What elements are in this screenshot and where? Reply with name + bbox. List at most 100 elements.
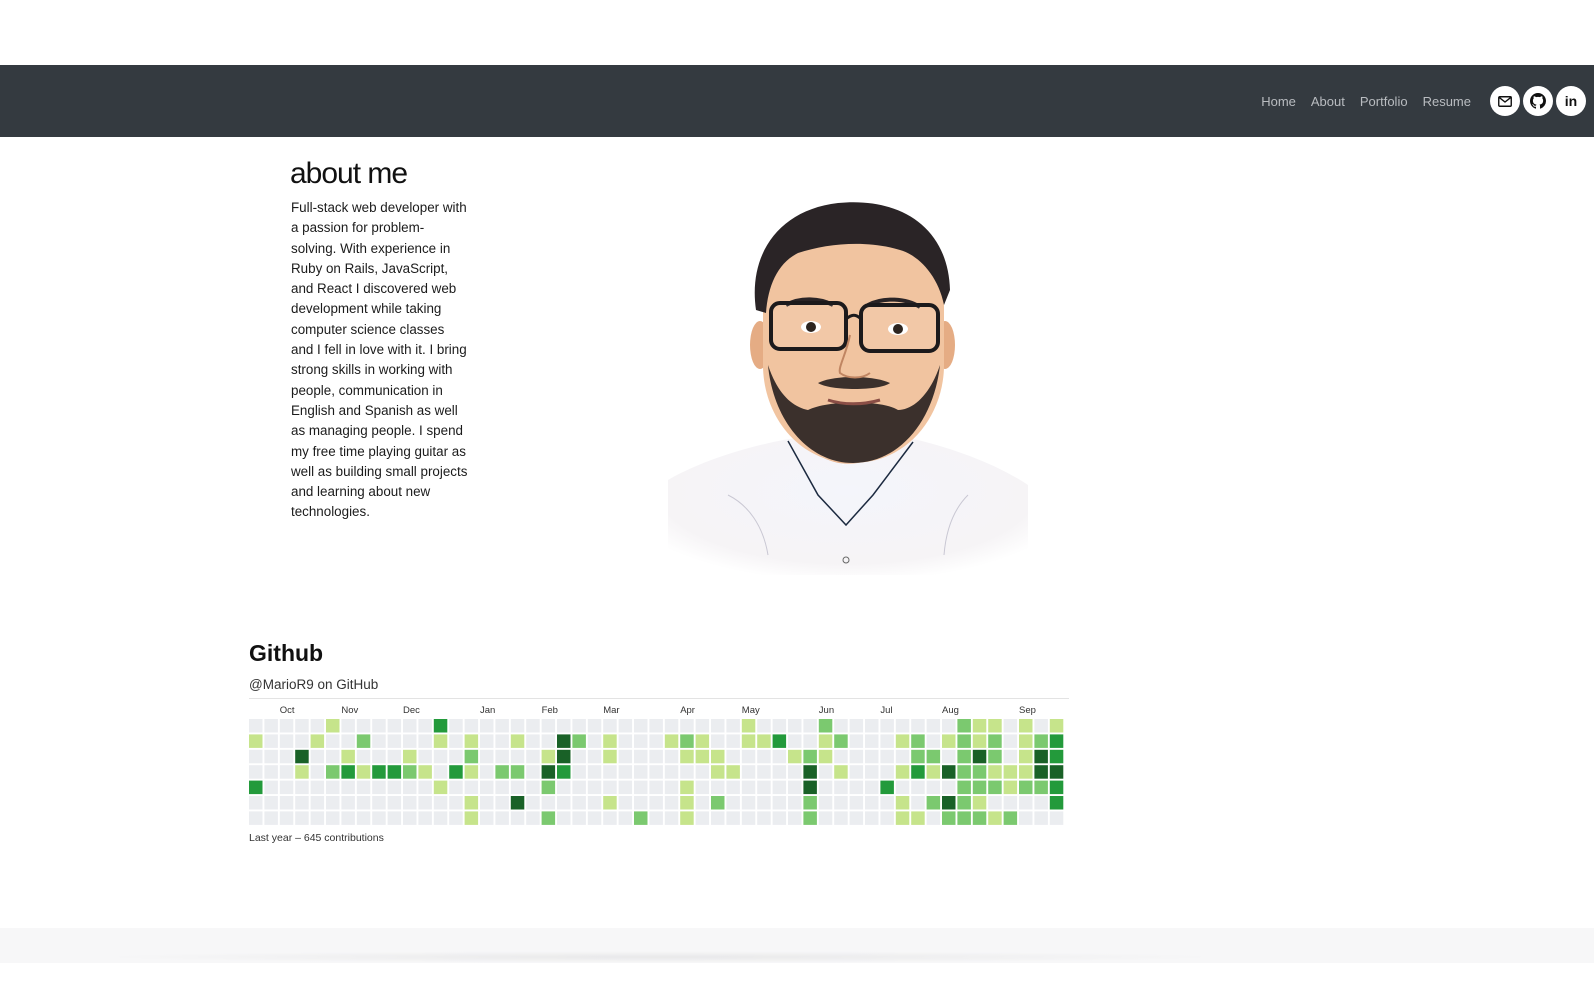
contribution-day[interactable] (895, 719, 910, 733)
contribution-day[interactable] (418, 719, 432, 733)
contribution-day[interactable] (741, 796, 756, 810)
contribution-day[interactable] (356, 719, 371, 733)
contribution-day[interactable] (341, 796, 355, 810)
contribution-day[interactable] (403, 749, 417, 764)
contribution-day[interactable] (356, 734, 371, 748)
contribution-day[interactable] (634, 719, 648, 733)
contribution-day[interactable] (818, 780, 833, 795)
contribution-day[interactable] (618, 765, 633, 779)
contribution-day[interactable] (403, 734, 417, 748)
contribution-day[interactable] (480, 734, 494, 748)
contribution-day[interactable] (1049, 796, 1064, 810)
contribution-day[interactable] (788, 719, 802, 733)
contribution-day[interactable] (557, 719, 571, 733)
contribution-day[interactable] (772, 749, 787, 764)
contribution-day[interactable] (449, 780, 463, 795)
contribution-day[interactable] (326, 780, 340, 795)
contribution-day[interactable] (541, 780, 556, 795)
contribution-day[interactable] (649, 796, 663, 810)
contribution-day[interactable] (1019, 734, 1033, 748)
contribution-day[interactable] (788, 734, 802, 748)
contribution-day[interactable] (310, 749, 325, 764)
contribution-day[interactable] (1034, 719, 1048, 733)
contribution-day[interactable] (372, 811, 386, 825)
contribution-day[interactable] (403, 765, 417, 779)
contribution-day[interactable] (911, 765, 925, 779)
contribution-day[interactable] (295, 734, 309, 748)
contribution-day[interactable] (711, 765, 725, 779)
contribution-day[interactable] (587, 811, 602, 825)
contribution-day[interactable] (1049, 734, 1064, 748)
contribution-day[interactable] (680, 796, 694, 810)
contribution-day[interactable] (680, 811, 694, 825)
contribution-day[interactable] (726, 796, 740, 810)
contribution-day[interactable] (464, 796, 479, 810)
contribution-day[interactable] (664, 749, 679, 764)
contribution-day[interactable] (403, 719, 417, 733)
contribution-day[interactable] (926, 719, 941, 733)
contribution-day[interactable] (849, 796, 864, 810)
contribution-day[interactable] (326, 719, 340, 733)
contribution-day[interactable] (433, 780, 448, 795)
contribution-day[interactable] (603, 780, 617, 795)
contribution-day[interactable] (495, 811, 509, 825)
contribution-day[interactable] (326, 811, 340, 825)
contribution-day[interactable] (449, 765, 463, 779)
contribution-day[interactable] (849, 749, 864, 764)
contribution-day[interactable] (464, 765, 479, 779)
contribution-day[interactable] (880, 780, 894, 795)
contribution-day[interactable] (942, 765, 956, 779)
contribution-day[interactable] (865, 749, 879, 764)
contribution-day[interactable] (295, 780, 309, 795)
contribution-day[interactable] (757, 811, 771, 825)
contribution-day[interactable] (526, 811, 540, 825)
contribution-day[interactable] (834, 780, 848, 795)
contribution-day[interactable] (834, 749, 848, 764)
contribution-day[interactable] (572, 734, 586, 748)
contribution-day[interactable] (279, 719, 294, 733)
contribution-day[interactable] (649, 734, 663, 748)
contribution-day[interactable] (572, 719, 586, 733)
contribution-day[interactable] (926, 780, 941, 795)
contribution-day[interactable] (818, 796, 833, 810)
contribution-day[interactable] (865, 765, 879, 779)
contribution-day[interactable] (326, 765, 340, 779)
contribution-day[interactable] (495, 765, 509, 779)
contribution-day[interactable] (726, 780, 740, 795)
contribution-day[interactable] (865, 796, 879, 810)
contribution-day[interactable] (587, 719, 602, 733)
contribution-day[interactable] (972, 734, 987, 748)
contribution-day[interactable] (741, 811, 756, 825)
contribution-day[interactable] (279, 765, 294, 779)
contribution-day[interactable] (249, 796, 263, 810)
contribution-day[interactable] (1034, 765, 1048, 779)
nav-link-resume[interactable]: Resume (1423, 94, 1471, 109)
contribution-day[interactable] (741, 780, 756, 795)
contribution-day[interactable] (356, 811, 371, 825)
contribution-day[interactable] (741, 719, 756, 733)
contribution-day[interactable] (295, 796, 309, 810)
contribution-day[interactable] (480, 765, 494, 779)
contribution-day[interactable] (295, 749, 309, 764)
contribution-day[interactable] (772, 719, 787, 733)
contribution-day[interactable] (788, 796, 802, 810)
contribution-day[interactable] (818, 719, 833, 733)
contribution-day[interactable] (572, 765, 586, 779)
contribution-day[interactable] (480, 811, 494, 825)
contribution-day[interactable] (264, 719, 278, 733)
contribution-day[interactable] (757, 719, 771, 733)
contribution-day[interactable] (880, 796, 894, 810)
contribution-day[interactable] (911, 749, 925, 764)
contribution-day[interactable] (1019, 749, 1033, 764)
contribution-day[interactable] (526, 796, 540, 810)
contribution-day[interactable] (495, 734, 509, 748)
contribution-day[interactable] (957, 734, 971, 748)
contribution-day[interactable] (818, 734, 833, 748)
contribution-day[interactable] (741, 749, 756, 764)
contribution-day[interactable] (356, 796, 371, 810)
contribution-day[interactable] (788, 749, 802, 764)
contribution-day[interactable] (1019, 765, 1033, 779)
contribution-day[interactable] (1049, 719, 1064, 733)
contribution-day[interactable] (695, 796, 710, 810)
contribution-day[interactable] (341, 719, 355, 733)
